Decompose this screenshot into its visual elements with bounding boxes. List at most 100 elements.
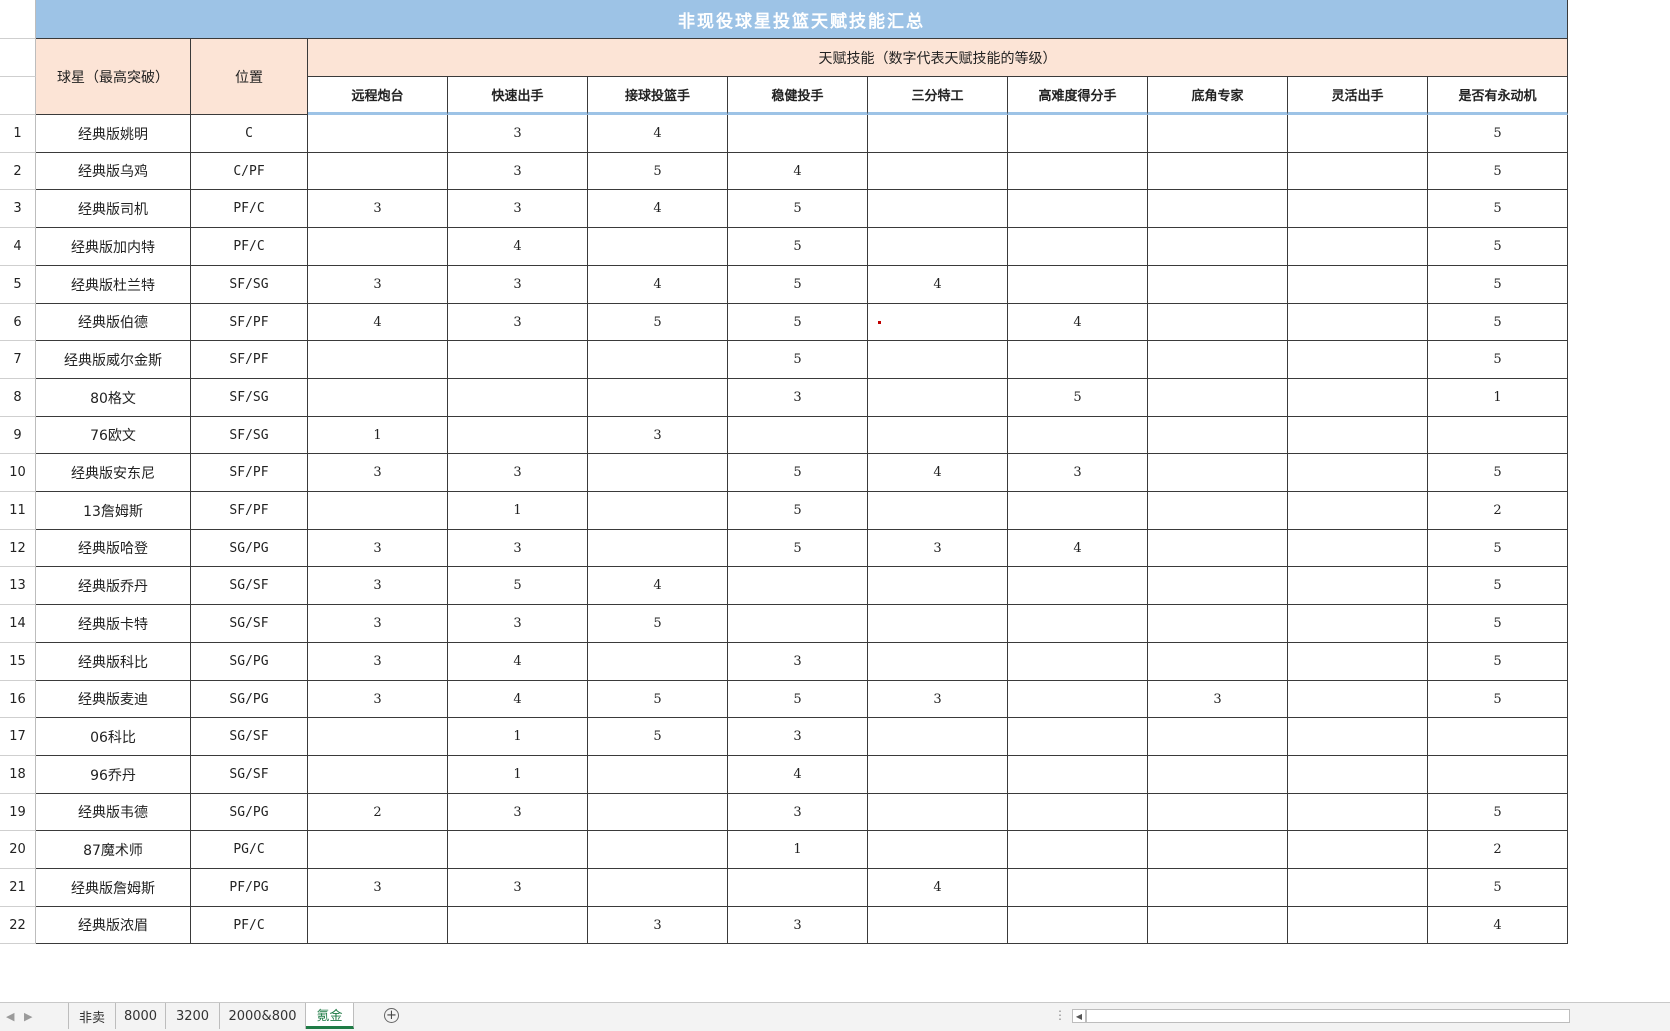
skill-level-cell[interactable] [588,228,728,266]
skill-level-cell[interactable]: 3 [1148,681,1288,718]
skill-level-cell[interactable]: 3 [728,643,868,681]
skill-level-cell[interactable] [588,794,728,831]
skill-level-cell[interactable] [1148,605,1288,643]
skill-level-cell[interactable]: 5 [1428,228,1568,266]
player-name-cell[interactable]: 经典版乌鸡 [36,153,191,190]
player-name-cell[interactable]: 经典版麦迪 [36,681,191,718]
skill-column-header[interactable]: 是否有永动机 [1428,77,1568,115]
skill-level-cell[interactable] [728,115,868,153]
position-cell[interactable]: SG/PG [191,681,308,718]
skill-level-cell[interactable]: 5 [728,341,868,379]
player-name-cell[interactable]: 96乔丹 [36,756,191,794]
more-options-icon[interactable]: ⋮ [1054,1008,1066,1022]
skill-level-cell[interactable]: 3 [308,869,448,907]
position-cell[interactable]: SF/PF [191,304,308,341]
skill-level-cell[interactable]: 3 [448,869,588,907]
skill-level-cell[interactable]: 5 [1428,115,1568,153]
player-name-cell[interactable]: 经典版詹姆斯 [36,869,191,907]
skill-level-cell[interactable]: 1 [448,756,588,794]
row-header-blank[interactable] [0,77,36,115]
row-number[interactable]: 6 [0,304,36,341]
skill-level-cell[interactable] [588,643,728,681]
player-name-cell[interactable]: 经典版卡特 [36,605,191,643]
position-cell[interactable]: PF/C [191,228,308,266]
player-column-header[interactable]: 球星（最高突破） [36,39,191,115]
skill-level-cell[interactable] [1008,907,1148,944]
player-name-cell[interactable]: 经典版浓眉 [36,907,191,944]
skill-level-cell[interactable] [1148,304,1288,341]
skill-level-cell[interactable]: 5 [728,304,868,341]
skill-level-cell[interactable]: 3 [728,379,868,417]
skill-level-cell[interactable] [868,341,1008,379]
skill-level-cell[interactable] [448,907,588,944]
skill-level-cell[interactable] [1288,266,1428,304]
skill-level-cell[interactable] [448,831,588,869]
position-cell[interactable]: SG/SF [191,567,308,605]
skill-level-cell[interactable]: 3 [308,454,448,492]
skill-level-cell[interactable]: 5 [588,681,728,718]
skill-level-cell[interactable] [1148,530,1288,567]
player-name-cell[interactable]: 经典版伯德 [36,304,191,341]
sheet-title[interactable]: 非现役球星投篮天赋技能汇总 [36,0,1568,39]
skill-level-cell[interactable]: 3 [308,605,448,643]
row-number[interactable]: 14 [0,605,36,643]
skill-level-cell[interactable] [868,605,1008,643]
skill-level-cell[interactable]: 3 [728,794,868,831]
next-sheet-arrow-icon[interactable]: ▶ [24,1010,32,1023]
skill-level-cell[interactable]: 1 [728,831,868,869]
skill-level-cell[interactable] [868,718,1008,756]
skill-level-cell[interactable]: 3 [448,454,588,492]
row-number[interactable]: 18 [0,756,36,794]
skill-level-cell[interactable] [868,115,1008,153]
row-number[interactable]: 10 [0,454,36,492]
skill-level-cell[interactable]: 5 [448,567,588,605]
skill-level-cell[interactable] [308,153,448,190]
position-cell[interactable]: C [191,115,308,153]
position-column-header[interactable]: 位置 [191,39,308,115]
row-number[interactable]: 4 [0,228,36,266]
row-number[interactable]: 5 [0,266,36,304]
row-number[interactable]: 9 [0,417,36,454]
player-name-cell[interactable]: 13詹姆斯 [36,492,191,530]
skill-level-cell[interactable]: 5 [1008,379,1148,417]
player-name-cell[interactable]: 经典版姚明 [36,115,191,153]
skill-level-cell[interactable]: 5 [1428,341,1568,379]
skill-level-cell[interactable] [1008,190,1148,228]
player-name-cell[interactable]: 76欧文 [36,417,191,454]
position-cell[interactable]: SF/SG [191,266,308,304]
position-cell[interactable]: SG/PG [191,794,308,831]
sheet-tab[interactable]: 2000&800 [220,1003,306,1029]
player-name-cell[interactable]: 06科比 [36,718,191,756]
skill-level-cell[interactable]: 3 [448,190,588,228]
skill-level-cell[interactable]: 5 [1428,681,1568,718]
skill-level-cell[interactable]: 3 [308,567,448,605]
position-cell[interactable]: PG/C [191,831,308,869]
skill-level-cell[interactable] [868,228,1008,266]
row-number[interactable]: 16 [0,681,36,718]
skill-level-cell[interactable] [1288,190,1428,228]
skill-level-cell[interactable]: 5 [1428,794,1568,831]
skill-level-cell[interactable] [1288,454,1428,492]
skill-level-cell[interactable] [588,869,728,907]
skill-level-cell[interactable] [1008,341,1148,379]
skill-level-cell[interactable]: 5 [1428,304,1568,341]
skill-level-cell[interactable] [1288,756,1428,794]
skill-level-cell[interactable]: 1 [448,492,588,530]
skill-level-cell[interactable] [308,379,448,417]
position-cell[interactable]: C/PF [191,153,308,190]
skill-level-cell[interactable] [1288,907,1428,944]
skill-level-cell[interactable] [1148,567,1288,605]
skill-level-cell[interactable] [588,341,728,379]
skill-level-cell[interactable] [588,756,728,794]
skill-level-cell[interactable]: 3 [308,530,448,567]
skill-level-cell[interactable] [1288,869,1428,907]
horizontal-scrollbar[interactable] [1086,1009,1570,1023]
row-number[interactable]: 7 [0,341,36,379]
skill-level-cell[interactable]: 3 [308,266,448,304]
player-name-cell[interactable]: 经典版乔丹 [36,567,191,605]
skill-level-cell[interactable] [1288,492,1428,530]
skill-level-cell[interactable] [1008,831,1148,869]
skill-level-cell[interactable] [1008,492,1148,530]
skill-level-cell[interactable]: 4 [1008,304,1148,341]
skill-level-cell[interactable]: 3 [588,417,728,454]
